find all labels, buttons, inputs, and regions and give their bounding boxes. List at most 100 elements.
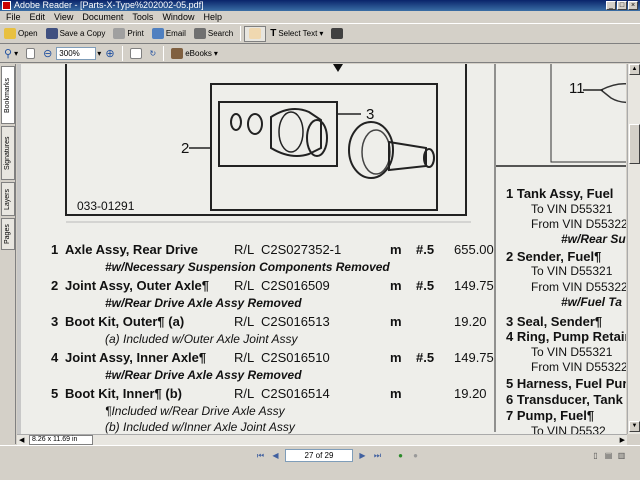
item-price: 19.20 — [454, 314, 487, 329]
email-button[interactable]: Email — [148, 26, 190, 42]
menu-view[interactable]: View — [54, 11, 73, 23]
facing-icon[interactable]: ▥ — [616, 450, 627, 461]
minimize-icon[interactable]: _ — [606, 1, 616, 10]
scroll-left-icon[interactable]: ◀ — [19, 436, 24, 444]
right-item-detail: To VIN D5532 — [531, 424, 606, 434]
menu-tools[interactable]: Tools — [132, 11, 153, 23]
tab-bookmarks[interactable]: Bookmarks — [1, 66, 15, 124]
right-item-name: 6 Transducer, Tank — [506, 392, 623, 407]
pdf-page: 2 3 11 033-01291 1 Axle Assy, Rear Drive R… — [21, 64, 626, 434]
chevron-down-icon[interactable]: ▾ — [319, 29, 323, 38]
rotate-button[interactable]: ↻ — [146, 45, 161, 61]
save-icon — [45, 28, 58, 39]
item-price: 19.20 — [454, 386, 487, 401]
main-toolbar: Open Save a Copy Print Email Search T Sel… — [0, 24, 640, 44]
tab-signatures[interactable]: Signatures — [1, 126, 15, 180]
zoom-in-icon: ⊕ — [105, 47, 115, 60]
go-forward-icon[interactable]: ● — [410, 450, 421, 461]
last-page-icon[interactable]: ⏭ — [372, 450, 383, 461]
toolbar-separator — [121, 45, 123, 61]
hand-icon — [249, 28, 262, 39]
right-item-detail: From VIN D55322 — [531, 217, 626, 231]
zoom-tool-button[interactable]: ⚲ ▾ — [0, 45, 22, 61]
item-name: Joint Assy, Outer Axle¶ — [65, 278, 210, 293]
scroll-up-icon[interactable]: ▲ — [629, 64, 640, 75]
tab-layers[interactable]: Layers — [1, 182, 15, 216]
print-button[interactable]: Print — [109, 26, 147, 42]
right-item-name: 7 Pump, Fuel¶ — [506, 408, 595, 423]
toolbar-separator — [240, 26, 242, 41]
menu-document[interactable]: Document — [82, 11, 123, 23]
tab-pages[interactable]: Pages — [1, 218, 15, 250]
previous-page-icon[interactable]: ◀ — [270, 450, 281, 461]
item-number: 3 — [51, 314, 59, 329]
rotate-icon: ↻ — [149, 48, 157, 58]
document-view[interactable]: 2 3 11 033-01291 1 Axle Assy, Rear Drive R… — [17, 64, 626, 434]
item-name: Boot Kit, Outer¶ (a) — [65, 314, 185, 329]
scroll-thumb[interactable] — [629, 124, 640, 164]
zoom-in-button[interactable]: ⊕ — [101, 45, 118, 61]
print-label: Print — [127, 29, 144, 38]
folder-icon — [4, 28, 16, 39]
menu-window[interactable]: Window — [162, 11, 194, 23]
toolbar-separator — [163, 45, 165, 61]
item-price: 149.75 — [454, 350, 494, 365]
menu-edit[interactable]: Edit — [30, 11, 46, 23]
item-name: Axle Assy, Rear Drive — [65, 242, 198, 257]
page-view-button[interactable] — [22, 45, 39, 61]
zoom-input[interactable] — [56, 46, 97, 60]
item-number: 2 — [51, 278, 59, 293]
open-button[interactable]: Open — [0, 26, 42, 42]
text-cursor-icon: T — [270, 28, 277, 39]
close-icon[interactable]: × — [628, 1, 638, 10]
vertical-scrollbar[interactable]: ▲ ▼ — [627, 64, 640, 434]
fit-page-button[interactable] — [126, 45, 146, 61]
item-rl: R/L — [234, 386, 255, 401]
item-note: #w/Rear Drive Axle Assy Removed — [105, 368, 302, 382]
right-item-detail: To VIN D55321 — [531, 202, 613, 216]
right-item-name: 4 Ring, Pump Retain — [506, 329, 626, 344]
fit-page-icon — [129, 47, 142, 59]
item-subnote: ¶Included w/Rear Drive Axle Assy — [105, 404, 285, 418]
first-page-icon[interactable]: ⏮ — [255, 450, 266, 461]
select-text-button[interactable]: T Select Text ▾ — [266, 26, 327, 42]
item-unit: m — [390, 386, 402, 401]
status-bar: ⏮ ◀ ▶ ⏭ ● ● ▯ ▤ ▥ — [0, 445, 640, 480]
single-page-icon[interactable]: ▯ — [590, 450, 601, 461]
item-name: Boot Kit, Inner¶ (b) — [65, 386, 182, 401]
ebooks-button[interactable]: eBooks ▾ — [167, 45, 222, 61]
item-number: 5 — [51, 386, 59, 401]
chevron-down-icon[interactable]: ▾ — [214, 49, 218, 58]
scroll-down-icon[interactable]: ▼ — [629, 421, 640, 432]
camera-icon — [331, 28, 344, 39]
menu-file[interactable]: File — [6, 11, 21, 23]
go-back-icon[interactable]: ● — [395, 450, 406, 461]
title-bar: Adobe Reader - [Parts-X-Type%202002-05.p… — [0, 0, 640, 11]
snapshot-button[interactable] — [327, 26, 347, 42]
item-qty: #.5 — [416, 278, 435, 293]
item-price: 655.00 — [454, 242, 494, 257]
save-copy-button[interactable]: Save a Copy — [42, 26, 110, 42]
item-rl: R/L — [234, 314, 255, 329]
item-unit: m — [390, 278, 402, 293]
item-part-number: C2S016509 — [261, 278, 330, 293]
maximize-icon[interactable]: □ — [617, 1, 627, 10]
next-page-icon[interactable]: ▶ — [357, 450, 368, 461]
menu-help[interactable]: Help — [203, 11, 222, 23]
item-subnote: (b) Included w/Inner Axle Joint Assy — [105, 420, 295, 434]
adobe-reader-icon — [2, 1, 11, 10]
hand-tool-button[interactable] — [244, 25, 267, 42]
chevron-down-icon[interactable]: ▾ — [14, 49, 18, 58]
right-item-name: 5 Harness, Fuel Pur — [506, 376, 626, 391]
page-number-input[interactable] — [285, 449, 353, 462]
menu-bar: File Edit View Document Tools Window Help — [0, 11, 640, 24]
right-item-detail: To VIN D55321 — [531, 264, 613, 278]
scroll-right-icon[interactable]: ▶ — [620, 436, 625, 444]
right-item-detail: #w/Fuel Ta — [561, 295, 622, 309]
search-button[interactable]: Search — [190, 26, 237, 42]
continuous-icon[interactable]: ▤ — [603, 450, 614, 461]
navigation-pane-tabs: Bookmarks Signatures Layers Pages — [0, 64, 16, 444]
horizontal-scrollbar[interactable]: ◀ 8.26 x 11.69 in ▶ — [17, 434, 627, 445]
view-toolbar: ⚲▾ ⊖ ▾ ⊕ ↻ eBooks▾ — [0, 44, 640, 63]
zoom-out-button[interactable]: ⊖ — [39, 45, 56, 61]
